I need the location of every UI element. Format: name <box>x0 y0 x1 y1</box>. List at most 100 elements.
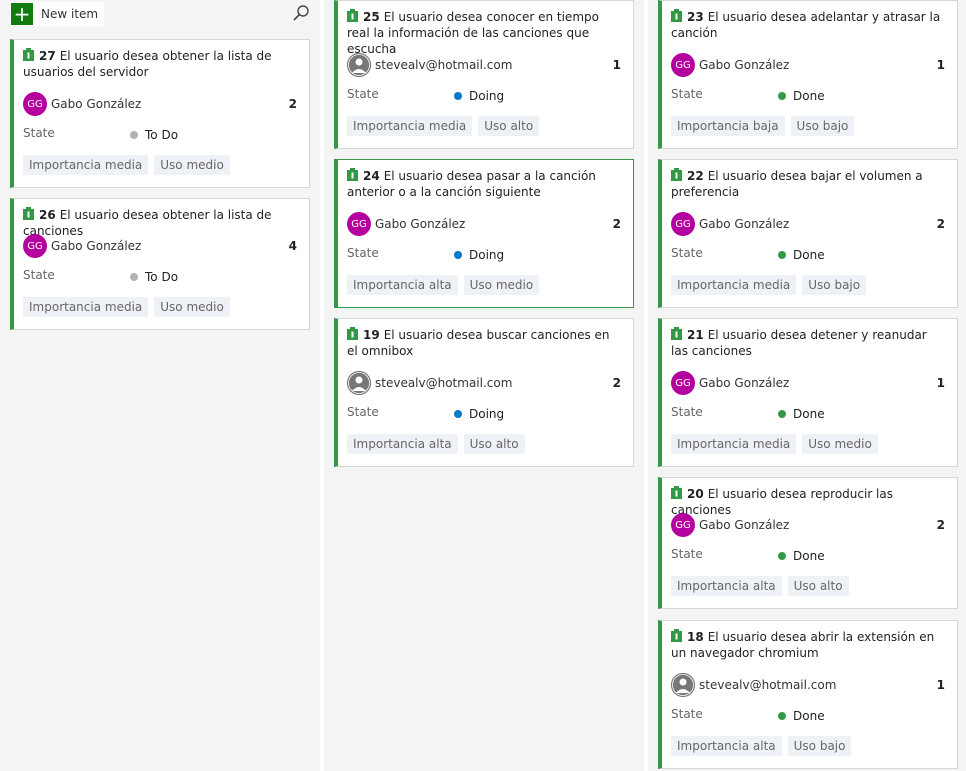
effort-value[interactable]: 2 <box>613 376 621 390</box>
tag[interactable]: Uso medio <box>154 155 230 175</box>
tag-list: Importancia alta Uso alto <box>671 576 947 596</box>
state-value[interactable]: Doing <box>454 407 504 421</box>
new-item-button[interactable]: + New item <box>10 2 105 26</box>
state-field: State Doing <box>347 87 623 103</box>
effort-value[interactable]: 2 <box>613 217 621 231</box>
card-id: 25 <box>363 10 380 24</box>
avatar: GG <box>23 92 47 116</box>
work-item-card[interactable]: 23 El usuario desea adelantar y atrasar l… <box>658 0 958 149</box>
card-title[interactable]: 25 El usuario desea conocer en tiempo rea… <box>347 9 623 57</box>
tag[interactable]: Uso medio <box>802 434 878 454</box>
card-title[interactable]: 18 El usuario desea abrir la extensión en… <box>671 629 947 661</box>
user-story-icon <box>23 48 34 61</box>
tag[interactable]: Uso bajo <box>802 275 867 295</box>
effort-value[interactable]: 4 <box>289 239 297 253</box>
card-title[interactable]: 19 El usuario desea buscar canciones en e… <box>347 327 623 359</box>
card-title-text: El usuario desea bajar el volumen a pref… <box>671 169 923 199</box>
tag[interactable]: Importancia alta <box>347 434 458 454</box>
card-id: 22 <box>687 169 704 183</box>
effort-value[interactable]: 1 <box>937 678 945 692</box>
tag[interactable]: Importancia media <box>23 155 149 175</box>
assignee-name: stevealv@hotmail.com <box>375 58 513 72</box>
card-title[interactable]: 24 El usuario desea pasar a la canción an… <box>347 168 623 200</box>
assignee-row[interactable]: GG Gabo González 2 <box>671 212 947 236</box>
effort-value[interactable]: 1 <box>937 58 945 72</box>
state-value[interactable]: Done <box>778 549 825 563</box>
state-text: Doing <box>469 89 505 103</box>
state-text: Done <box>793 549 825 563</box>
state-value[interactable]: Done <box>778 248 825 262</box>
state-value[interactable]: Done <box>778 89 825 103</box>
assignee-row[interactable]: stevealv@hotmail.com 1 <box>671 673 947 697</box>
user-story-icon <box>23 207 34 220</box>
work-item-card[interactable]: 25 El usuario desea conocer en tiempo rea… <box>334 0 634 149</box>
tag[interactable]: Importancia alta <box>347 275 458 295</box>
assignee-name: stevealv@hotmail.com <box>375 376 513 390</box>
effort-value[interactable]: 1 <box>613 58 621 72</box>
state-field: State To Do <box>23 126 299 142</box>
tag[interactable]: Uso alto <box>787 576 849 596</box>
card-title[interactable]: 23 El usuario desea adelantar y atrasar l… <box>671 9 947 41</box>
state-field: State Done <box>671 87 947 103</box>
state-value[interactable]: Doing <box>454 248 504 262</box>
state-text: To Do <box>145 270 179 284</box>
state-dot-icon <box>130 131 138 139</box>
assignee-row[interactable]: GG Gabo González 2 <box>347 212 623 236</box>
avatar: GG <box>23 234 47 258</box>
assignee-row[interactable]: GG Gabo González 1 <box>671 53 947 77</box>
state-field: State Doing <box>347 405 623 421</box>
tag-list: Importancia media Uso medio <box>23 155 299 175</box>
tag[interactable]: Uso medio <box>154 297 230 317</box>
tag[interactable]: Importancia media <box>23 297 149 317</box>
state-text: To Do <box>145 128 179 142</box>
tag[interactable]: Uso alto <box>463 434 525 454</box>
tag[interactable]: Uso medio <box>463 275 540 295</box>
tag[interactable]: Importancia alta <box>671 576 782 596</box>
state-value[interactable]: Done <box>778 709 825 723</box>
state-dot-icon <box>778 712 786 720</box>
tag[interactable]: Importancia media <box>671 275 797 295</box>
work-item-card[interactable]: 18 El usuario desea abrir la extensión en… <box>658 620 958 769</box>
assignee-row[interactable]: GG Gabo González 2 <box>23 92 299 116</box>
work-item-card[interactable]: 20 El usuario desea reproducir las cancio… <box>658 477 958 609</box>
work-item-card[interactable]: 19 El usuario desea buscar canciones en e… <box>334 318 634 467</box>
assignee-row[interactable]: GG Gabo González 2 <box>671 513 947 537</box>
assignee-row[interactable]: stevealv@hotmail.com 1 <box>347 53 623 77</box>
assignee-row[interactable]: stevealv@hotmail.com 2 <box>347 371 623 395</box>
card-title[interactable]: 27 El usuario desea obtener la lista de u… <box>23 48 299 80</box>
work-item-card[interactable]: 21 El usuario desea detener y reanudar la… <box>658 318 958 467</box>
column-divider <box>320 0 324 771</box>
work-item-card[interactable]: 26 El usuario desea obtener la lista de c… <box>10 198 310 330</box>
state-value[interactable]: Done <box>778 407 825 421</box>
state-label: State <box>671 405 703 419</box>
work-item-card[interactable]: 27 El usuario desea obtener la lista de u… <box>10 39 310 188</box>
effort-value[interactable]: 2 <box>289 97 297 111</box>
state-value[interactable]: To Do <box>130 270 178 284</box>
tag[interactable]: Importancia media <box>347 116 473 136</box>
work-item-card[interactable]: 22 El usuario desea bajar el volumen a pr… <box>658 159 958 308</box>
tag[interactable]: Importancia media <box>671 434 797 454</box>
assignee-row[interactable]: GG Gabo González 1 <box>671 371 947 395</box>
card-title[interactable]: 21 El usuario desea detener y reanudar la… <box>671 327 947 359</box>
state-label: State <box>347 87 379 101</box>
state-dot-icon <box>454 251 462 259</box>
card-title-text: El usuario desea adelantar y atrasar la … <box>671 10 941 40</box>
state-value[interactable]: Doing <box>454 89 504 103</box>
state-dot-icon <box>130 273 138 281</box>
avatar: GG <box>671 371 695 395</box>
effort-value[interactable]: 2 <box>937 217 945 231</box>
state-value[interactable]: To Do <box>130 128 178 142</box>
effort-value[interactable]: 2 <box>937 518 945 532</box>
card-title[interactable]: 22 El usuario desea bajar el volumen a pr… <box>671 168 947 200</box>
tag[interactable]: Importancia alta <box>671 736 782 756</box>
tag[interactable]: Uso bajo <box>790 116 855 136</box>
tag[interactable]: Uso alto <box>478 116 540 136</box>
work-item-card[interactable]: 24 El usuario desea pasar a la canción an… <box>334 159 634 308</box>
state-label: State <box>671 707 703 721</box>
state-text: Done <box>793 248 825 262</box>
search-icon[interactable] <box>292 4 310 22</box>
assignee-row[interactable]: GG Gabo González 4 <box>23 234 299 258</box>
tag[interactable]: Uso bajo <box>787 736 852 756</box>
tag[interactable]: Importancia baja <box>671 116 785 136</box>
effort-value[interactable]: 1 <box>937 376 945 390</box>
